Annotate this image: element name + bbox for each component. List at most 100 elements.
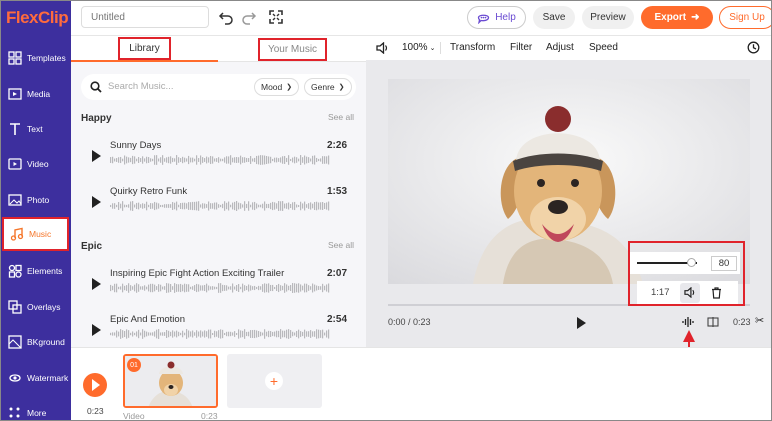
sidebar-item-more[interactable]: More xyxy=(2,396,69,421)
flexclip-logo[interactable]: FlexClip xyxy=(6,8,69,28)
waveform-bar xyxy=(294,156,296,164)
waveform-bar xyxy=(234,331,236,337)
sidebar-item-bkground[interactable]: BKground xyxy=(2,325,69,359)
genre-label: Genre xyxy=(311,82,335,92)
split-icon[interactable] xyxy=(707,316,719,328)
waveform-bar xyxy=(230,286,232,290)
waveform-bar xyxy=(130,332,132,336)
sidebar-item-photo[interactable]: Photo xyxy=(2,183,69,217)
waveform-bar xyxy=(304,329,306,339)
play-icon[interactable] xyxy=(92,150,101,162)
waveform-bar xyxy=(282,330,284,338)
waveform-bar xyxy=(230,204,232,208)
audio-waveform-icon[interactable] xyxy=(682,316,694,328)
speed-button[interactable]: Speed xyxy=(589,42,618,53)
waveform-bar xyxy=(260,204,262,208)
add-clip-button[interactable]: + xyxy=(227,354,322,408)
volume-icon[interactable] xyxy=(376,42,389,54)
see-all-happy-link[interactable]: See all xyxy=(328,112,354,122)
waveform-bar xyxy=(250,204,252,208)
sidebar-item-elements[interactable]: Elements xyxy=(2,254,69,288)
waveform-bar xyxy=(146,201,148,211)
sidebar-item-watermark[interactable]: Watermark xyxy=(2,361,69,395)
project-title-input[interactable] xyxy=(81,6,209,28)
track-item[interactable]: Quirky Retro Funk 1:53 xyxy=(71,180,366,224)
waveform-bar xyxy=(120,203,122,209)
waveform-bar xyxy=(168,204,170,208)
tab-library[interactable]: Library xyxy=(71,36,218,62)
sidebar-label: Watermark xyxy=(27,373,69,383)
preview-button[interactable]: Preview xyxy=(582,6,634,29)
waveform-bar xyxy=(174,283,176,293)
sidebar-item-text[interactable]: Text xyxy=(2,112,69,146)
left-sidebar: FlexClip Templates Media Text Video Phot… xyxy=(0,0,71,421)
adjust-button[interactable]: Adjust xyxy=(546,42,574,53)
waveform-bar xyxy=(218,330,220,338)
waveform-bar xyxy=(218,157,220,163)
waveform-bar xyxy=(178,157,180,163)
waveform-bar xyxy=(224,332,226,336)
waveform-bar xyxy=(128,157,130,163)
fullscreen-icon[interactable] xyxy=(268,9,284,25)
genre-dropdown[interactable]: Genre ❯ xyxy=(304,78,352,96)
export-button[interactable]: Export ➜ xyxy=(641,6,713,29)
zoom-select[interactable]: 100% ⌄ xyxy=(402,42,435,53)
track-item[interactable]: Sunny Days 2:26 xyxy=(71,134,366,178)
sidebar-item-templates[interactable]: Templates xyxy=(2,41,69,75)
waveform-bar xyxy=(264,329,266,339)
waveform-bar xyxy=(118,202,120,210)
sidebar-item-overlays[interactable]: Overlays xyxy=(2,290,69,324)
waveform-bar xyxy=(226,156,228,164)
save-button[interactable]: Save xyxy=(533,6,575,29)
waveform-bar xyxy=(262,155,264,165)
waveform-bar xyxy=(250,330,252,338)
mood-dropdown[interactable]: Mood ❯ xyxy=(254,78,300,96)
clock-icon[interactable] xyxy=(747,41,760,54)
scissors-icon[interactable]: ✂ xyxy=(755,314,764,327)
track-duration: 2:26 xyxy=(326,140,347,151)
waveform-bar xyxy=(288,329,290,339)
see-all-epic-link[interactable]: See all xyxy=(328,240,354,250)
play-icon[interactable] xyxy=(92,196,101,208)
waveform-bar xyxy=(180,283,182,293)
filter-button[interactable]: Filter xyxy=(510,42,532,53)
sidebar-item-video[interactable]: Video xyxy=(2,147,69,181)
waveform-bar xyxy=(318,202,320,210)
tab-your-music[interactable]: Your Music xyxy=(219,36,366,62)
waveform-bar xyxy=(172,286,174,290)
waveform-bar xyxy=(240,155,242,165)
waveform-bar xyxy=(204,158,206,162)
waveform-bar xyxy=(276,285,278,291)
waveform-bar xyxy=(170,284,172,292)
timeline-play-button[interactable] xyxy=(83,373,107,397)
play-icon[interactable] xyxy=(92,324,101,336)
waveform-bar xyxy=(204,330,206,338)
undo-icon[interactable] xyxy=(218,9,234,25)
transform-button[interactable]: Transform xyxy=(450,42,495,53)
preview-label: Preview xyxy=(590,12,626,23)
waveform-bar xyxy=(170,204,172,208)
waveform-bar xyxy=(290,203,292,209)
video-play-icon[interactable] xyxy=(577,317,586,329)
waveform-bar xyxy=(270,202,272,210)
waveform-bar xyxy=(156,202,158,210)
music-search[interactable]: Search Music... Mood ❯ Genre ❯ xyxy=(81,74,356,100)
play-icon[interactable] xyxy=(92,278,101,290)
track-item[interactable]: Epic And Emotion 2:54 xyxy=(71,308,366,352)
track-item[interactable]: Inspiring Epic Fight Action Exciting Tra… xyxy=(71,262,366,306)
help-button[interactable]: Help xyxy=(467,6,526,29)
sidebar-item-media[interactable]: Media xyxy=(2,77,69,111)
waveform xyxy=(110,201,330,211)
signup-button[interactable]: Sign Up xyxy=(719,6,772,29)
timeline-clip[interactable]: 01 xyxy=(123,354,218,408)
waveform-bar xyxy=(302,331,304,337)
waveform-bar xyxy=(140,332,142,336)
waveform-bar xyxy=(224,157,226,163)
redo-icon[interactable] xyxy=(241,9,257,25)
waveform-bar xyxy=(328,201,330,211)
waveform-bar xyxy=(226,202,228,210)
waveform-bar xyxy=(112,156,114,164)
waveform-bar xyxy=(158,158,160,162)
sidebar-item-music[interactable]: Music xyxy=(2,217,69,251)
waveform-bar xyxy=(258,331,260,337)
